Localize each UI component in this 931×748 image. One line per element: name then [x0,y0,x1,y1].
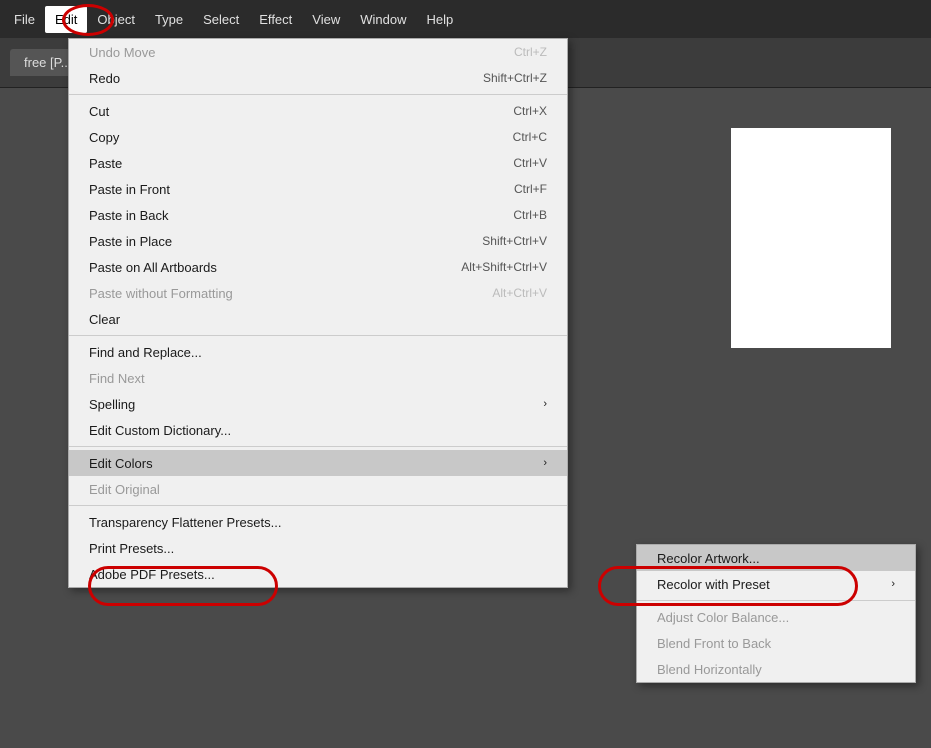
menu-item-label: Blend Front to Back [657,636,771,651]
menu-item-label: Copy [89,130,119,145]
menu-item-label: Paste on All Artboards [89,260,217,275]
menu-item-label: Adjust Color Balance... [657,610,789,625]
menu-item-label: Paste in Front [89,182,170,197]
menu-item-shortcut: Ctrl+C [513,130,547,144]
menu-item-paste[interactable]: Paste Ctrl+V [69,150,567,176]
menu-item-label: Find and Replace... [89,345,202,360]
menubar-item-window[interactable]: Window [350,6,416,33]
menu-item-print-presets[interactable]: Print Presets... [69,535,567,561]
menu-item-find-next[interactable]: Find Next [69,365,567,391]
menu-item-shortcut: Alt+Shift+Ctrl+V [461,260,547,274]
menu-item-cut[interactable]: Cut Ctrl+X [69,98,567,124]
menu-item-blend-horizontal[interactable]: Blend Horizontally [637,656,915,682]
menu-item-label: Paste [89,156,122,171]
menu-item-redo[interactable]: Redo Shift+Ctrl+Z [69,65,567,91]
menu-item-edit-colors[interactable]: Edit Colors › [69,450,567,476]
menu-item-copy[interactable]: Copy Ctrl+C [69,124,567,150]
menu-item-adjust-color[interactable]: Adjust Color Balance... [637,604,915,630]
menu-item-shortcut: Shift+Ctrl+V [482,234,547,248]
menu-item-label: Find Next [89,371,145,386]
edit-colors-submenu: Recolor Artwork... Recolor with Preset ›… [636,544,916,683]
menu-item-pdf-presets[interactable]: Adobe PDF Presets... [69,561,567,587]
menu-item-spelling[interactable]: Spelling › [69,391,567,417]
menubar-item-view[interactable]: View [302,6,350,33]
menubar-item-select[interactable]: Select [193,6,249,33]
menu-item-label: Print Presets... [89,541,174,556]
menu-item-clear[interactable]: Clear [69,306,567,332]
artboard [731,128,891,348]
menu-item-label: Edit Original [89,482,160,497]
menu-item-edit-original[interactable]: Edit Original [69,476,567,502]
menu-item-label: Transparency Flattener Presets... [89,515,281,530]
submenu-arrow-icon: › [543,398,547,410]
menu-item-label: Paste in Place [89,234,172,249]
menu-item-label: Undo Move [89,45,155,60]
menu-item-label: Blend Horizontally [657,662,762,677]
menu-item-paste-all[interactable]: Paste on All Artboards Alt+Shift+Ctrl+V [69,254,567,280]
menu-item-label: Cut [89,104,109,119]
submenu-arrow-icon: › [891,578,895,590]
menu-item-transparency-presets[interactable]: Transparency Flattener Presets... [69,509,567,535]
menu-item-recolor-preset[interactable]: Recolor with Preset › [637,571,915,597]
menubar-item-edit[interactable]: Edit [45,6,87,33]
divider-4 [69,505,567,506]
submenu-arrow-icon: › [543,457,547,469]
menu-item-shortcut: Ctrl+F [514,182,547,196]
menubar-item-file[interactable]: File [4,6,45,33]
menu-item-label: Paste in Back [89,208,169,223]
menu-item-shortcut: Shift+Ctrl+Z [483,71,547,85]
menu-item-paste-place[interactable]: Paste in Place Shift+Ctrl+V [69,228,567,254]
menu-item-shortcut: Ctrl+V [513,156,547,170]
menubar-item-effect[interactable]: Effect [249,6,302,33]
menu-item-paste-noformat[interactable]: Paste without Formatting Alt+Ctrl+V [69,280,567,306]
menu-item-paste-back[interactable]: Paste in Back Ctrl+B [69,202,567,228]
menu-item-label: Recolor Artwork... [657,551,760,566]
menubar-item-help[interactable]: Help [416,6,463,33]
menu-item-edit-dictionary[interactable]: Edit Custom Dictionary... [69,417,567,443]
divider-2 [69,335,567,336]
menu-item-label: Spelling [89,397,135,412]
menu-item-label: Adobe PDF Presets... [89,567,215,582]
divider-3 [69,446,567,447]
menu-item-label: Paste without Formatting [89,286,233,301]
menubar-item-object[interactable]: Object [87,6,145,33]
menu-item-label: Edit Colors [89,456,153,471]
menu-item-label: Clear [89,312,120,327]
menu-item-shortcut: Ctrl+Z [514,45,547,59]
menu-item-blend-front-back[interactable]: Blend Front to Back [637,630,915,656]
menu-item-shortcut: Ctrl+B [513,208,547,222]
menubar-item-type[interactable]: Type [145,6,193,33]
menu-item-paste-front[interactable]: Paste in Front Ctrl+F [69,176,567,202]
menu-item-label: Recolor with Preset [657,577,770,592]
menu-item-undo[interactable]: Undo Move Ctrl+Z [69,39,567,65]
divider-sub-1 [637,600,915,601]
menu-item-shortcut: Ctrl+X [513,104,547,118]
menu-item-shortcut: Alt+Ctrl+V [492,286,547,300]
edit-dropdown: Undo Move Ctrl+Z Redo Shift+Ctrl+Z Cut C… [68,38,568,588]
menu-item-recolor-artwork[interactable]: Recolor Artwork... [637,545,915,571]
divider-1 [69,94,567,95]
menu-item-label: Redo [89,71,120,86]
menubar: File Edit Object Type Select Effect View… [0,0,931,38]
menu-item-label: Edit Custom Dictionary... [89,423,231,438]
menu-item-find-replace[interactable]: Find and Replace... [69,339,567,365]
